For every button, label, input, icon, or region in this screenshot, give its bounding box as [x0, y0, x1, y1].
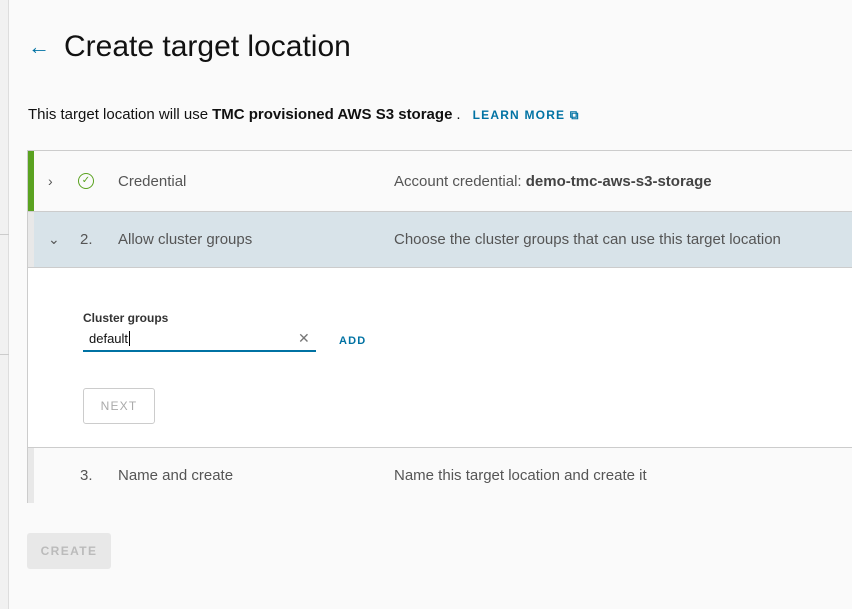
chevron-down-icon[interactable]: ⌄ — [48, 231, 60, 248]
clear-icon[interactable]: ✕ — [298, 330, 310, 347]
input-value: default — [89, 331, 129, 346]
intro-suffix: . — [456, 106, 461, 123]
external-link-icon: ⧉ — [569, 108, 580, 122]
learn-more-label: LEARN MORE — [472, 108, 566, 122]
intro-storage: TMC provisioned AWS S3 storage — [212, 106, 453, 123]
step-name-and-create[interactable]: 3. Name and create Name this target loca… — [28, 447, 852, 503]
add-button[interactable]: ADD — [339, 335, 366, 347]
arrow-left-icon[interactable]: ← — [28, 34, 64, 60]
credential-name: demo-tmc-aws-s3-storage — [525, 172, 712, 190]
learn-more-link[interactable]: LEARN MORE ⧉ — [473, 108, 580, 123]
step-status-bar — [28, 212, 34, 267]
step-label: Allow cluster groups — [118, 231, 253, 248]
check-circle-icon: ✓ — [78, 173, 94, 189]
step-credential[interactable]: › ✓ Credential Account credential: demo-… — [28, 151, 852, 212]
intro-text: This target location will use TMC provis… — [28, 106, 580, 123]
cluster-groups-label: Cluster groups — [83, 311, 169, 325]
intro-prefix: This target location will use — [28, 106, 209, 123]
step-description: Choose the cluster groups that can use t… — [394, 231, 781, 248]
chevron-right-icon[interactable]: › — [48, 173, 53, 189]
next-button[interactable]: NEXT — [83, 388, 155, 424]
step-allow-cluster-groups[interactable]: ⌄ 2. Allow cluster groups Choose the clu… — [28, 212, 852, 268]
desc-prefix: Account credential: — [394, 172, 522, 190]
step-status-bar — [28, 151, 34, 211]
page-header: ← Create target location — [28, 30, 351, 64]
step-description: Name this target location and create it — [394, 467, 647, 484]
side-panel-edge — [0, 0, 9, 609]
stepper: › ✓ Credential Account credential: demo-… — [27, 150, 852, 503]
step-description: Account credential: demo-tmc-aws-s3-stor… — [394, 173, 712, 190]
cluster-groups-input[interactable]: default — [83, 327, 316, 352]
step-status-bar — [28, 448, 34, 503]
step-label: Credential — [118, 172, 187, 190]
step-number: 3. — [80, 467, 93, 484]
create-button[interactable]: CREATE — [27, 533, 111, 569]
step-label: Name and create — [118, 467, 234, 484]
page-title: Create target location — [64, 30, 351, 63]
step-number: 2. — [80, 231, 93, 248]
